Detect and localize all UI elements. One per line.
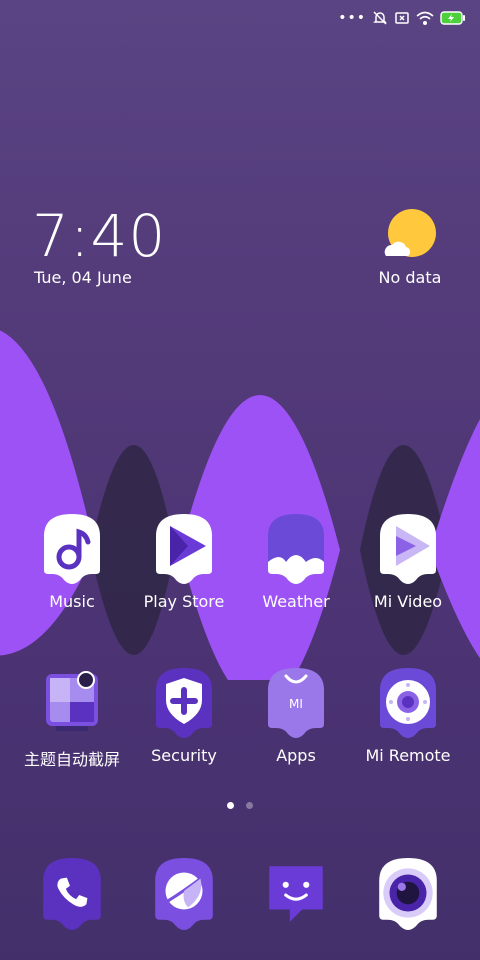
weather-widget[interactable]: No data	[370, 208, 450, 287]
mi-remote-icon	[380, 668, 436, 738]
page-dot[interactable]	[246, 802, 253, 809]
messages-icon	[269, 866, 323, 922]
browser-planet-icon	[155, 858, 213, 930]
app-label: Mi Video	[373, 592, 443, 611]
silent-bell-icon	[373, 11, 387, 25]
no-sim-icon	[395, 12, 409, 24]
dock-camera[interactable]	[353, 856, 463, 930]
camera-icon	[379, 858, 437, 930]
app-music[interactable]: Music	[17, 512, 127, 611]
dock-messages[interactable]	[241, 856, 351, 930]
app-mi-remote[interactable]: Mi Remote	[353, 666, 463, 765]
notification-dots-icon: •••	[338, 10, 366, 26]
apps-bag-icon: MI	[268, 668, 324, 738]
wifi-icon	[416, 11, 434, 25]
wallpaper-wave	[0, 330, 480, 680]
sun-cloud-icon	[384, 209, 436, 257]
app-label: Play Store	[143, 592, 225, 611]
app-theme-screenshot[interactable]: 主题自动截屏	[17, 666, 127, 770]
phone-icon	[43, 858, 101, 930]
weather-icon	[268, 514, 324, 584]
play-store-icon	[156, 514, 212, 584]
app-label: Music	[49, 592, 95, 611]
dock-phone[interactable]	[17, 856, 127, 930]
weather-status: No data	[378, 268, 442, 287]
app-weather[interactable]: Weather	[241, 512, 351, 611]
clock-time[interactable]: 7:40	[32, 202, 166, 270]
page-indicator	[0, 802, 480, 809]
apps-badge-text: MI	[289, 697, 303, 711]
app-label: 主题自动截屏	[23, 750, 120, 769]
app-security[interactable]: Security	[129, 666, 239, 765]
battery-charging-icon	[440, 11, 465, 25]
app-apps[interactable]: MI Apps	[241, 666, 351, 765]
clock-date[interactable]: Tue, 04 June	[34, 268, 132, 287]
music-note-icon	[44, 514, 100, 584]
app-label: Security	[151, 746, 217, 765]
page-dot-active[interactable]	[227, 802, 234, 809]
app-label: Mi Remote	[365, 746, 451, 765]
dock-browser[interactable]	[129, 856, 239, 930]
mi-video-icon	[380, 514, 436, 584]
security-shield-icon	[156, 668, 212, 738]
status-bar: •••	[338, 6, 466, 30]
app-label: Apps	[276, 746, 316, 765]
app-label: Weather	[262, 592, 330, 611]
app-mi-video[interactable]: Mi Video	[353, 512, 463, 611]
app-play-store[interactable]: Play Store	[129, 512, 239, 611]
theme-screenshot-icon	[46, 671, 98, 731]
